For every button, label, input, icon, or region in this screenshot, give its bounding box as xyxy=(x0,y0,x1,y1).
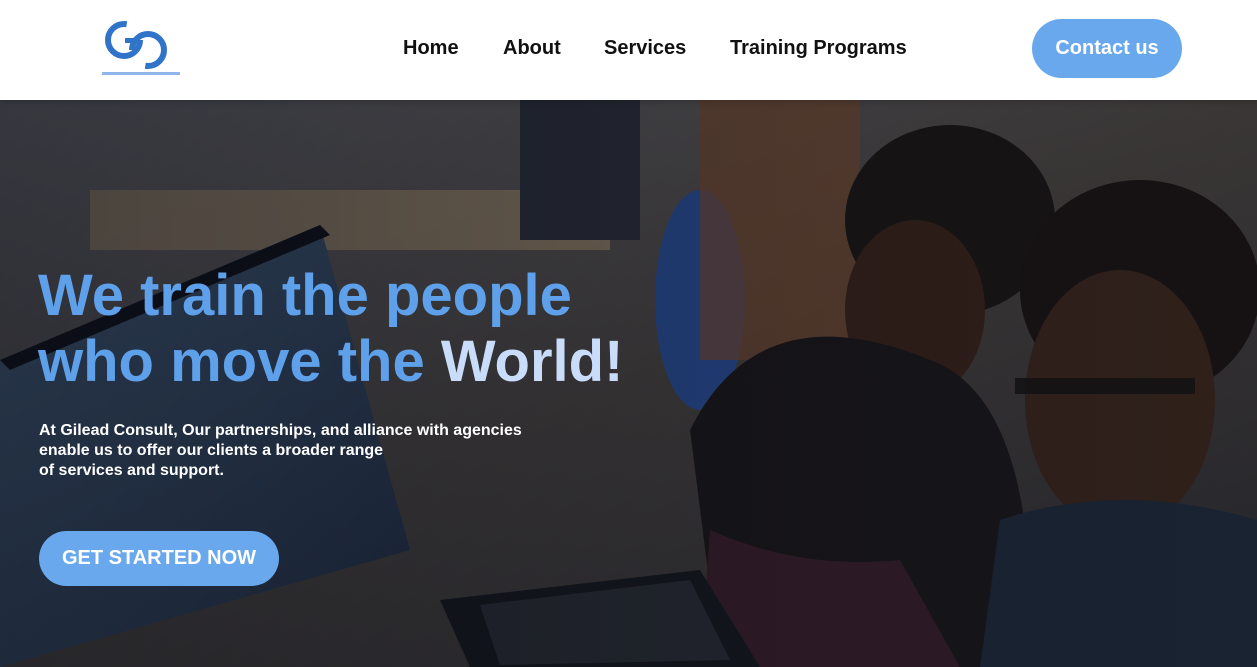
hero-headline: We train the people who move the World! xyxy=(38,263,738,395)
nav-services-link[interactable]: Services xyxy=(604,36,686,60)
headline-emphasis: World! xyxy=(440,329,624,394)
hero-description-line: of services and support. xyxy=(39,462,224,479)
headline-line-1: We train the people xyxy=(38,263,572,328)
nav-about-link[interactable]: About xyxy=(503,36,561,60)
nav-home-link[interactable]: Home xyxy=(403,36,459,60)
get-started-now-button[interactable]: GET STARTED NOW xyxy=(39,531,279,586)
contact-us-button[interactable]: Contact us xyxy=(1032,19,1182,78)
hero-section: We train the people who move the World! … xyxy=(0,100,1257,667)
site-header: Home About Services Training Programs Co… xyxy=(0,0,1257,100)
hero-description-line: enable us to offer our clients a broader… xyxy=(39,442,384,459)
logo-mark-icon xyxy=(102,21,180,75)
nav-training-programs-link[interactable]: Training Programs xyxy=(730,36,907,60)
gilead-consult-logo[interactable] xyxy=(100,14,182,82)
hero-description-line: At Gilead Consult, Our partnerships, and… xyxy=(39,422,522,439)
headline-line-2-prefix: who move the xyxy=(38,329,425,394)
hero-description: At Gilead Consult, Our partnerships, and… xyxy=(39,421,579,481)
